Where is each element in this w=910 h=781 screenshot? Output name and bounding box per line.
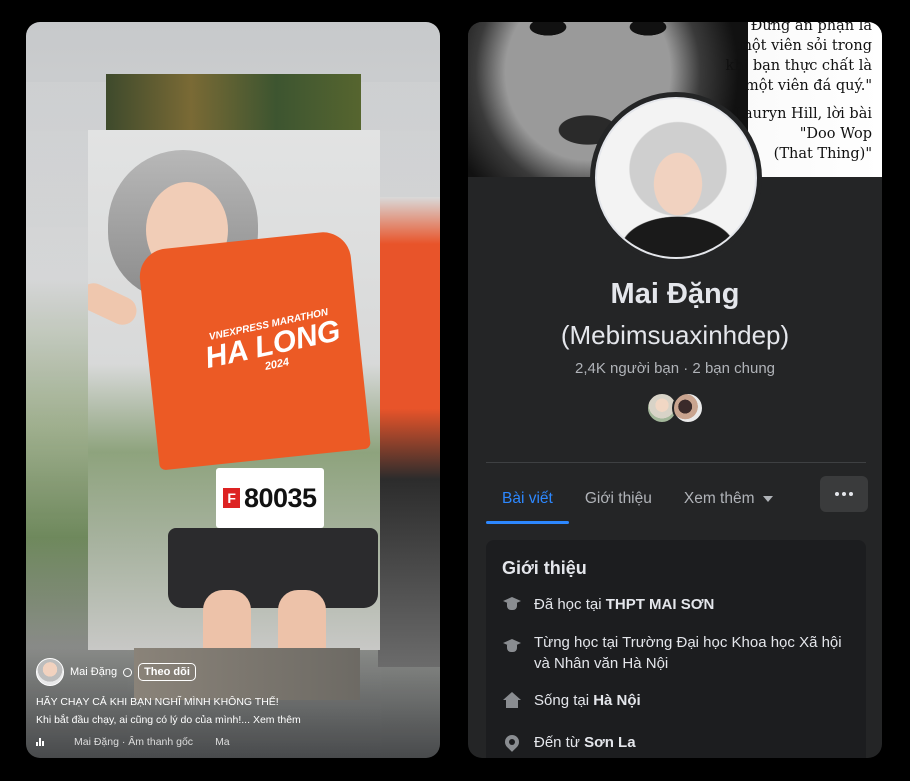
avatar[interactable] xyxy=(36,658,64,686)
intro-title: Giới thiệu xyxy=(502,558,587,578)
intro-card: Giới thiệu Đã học tại THPT MAI SƠN Từng … xyxy=(486,540,866,758)
skirt-shape xyxy=(168,528,378,608)
graduation-cap-icon xyxy=(502,636,522,656)
reel-panel[interactable]: VNEXPRESS MARATHON HA LONG 2024 F 80035 … xyxy=(26,22,440,758)
profile-alternate-name: (Mebimsuaxinhdep) xyxy=(560,320,790,350)
tab-more-label: Xem thêm xyxy=(683,490,755,507)
leg-shape xyxy=(278,590,326,650)
reel-photo-strip-top xyxy=(106,74,361,130)
profile-picture[interactable] xyxy=(590,92,762,264)
intro-prefix: Đã học tại xyxy=(534,596,606,613)
location-pin-icon xyxy=(502,732,522,752)
mutual-friends-avatars[interactable] xyxy=(646,392,704,424)
globe-icon xyxy=(123,667,133,677)
intro-from-link[interactable]: Sơn La xyxy=(584,734,636,751)
intro-item-school: Đã học tại THPT MAI SƠN xyxy=(502,594,714,615)
intro-school-link[interactable]: THPT MAI SƠN xyxy=(606,596,715,613)
intro-text: Sống tại Hà Nội xyxy=(534,690,641,711)
quote-line: khi bạn thực chất là xyxy=(725,58,872,74)
quote-line: một viên sỏi trong xyxy=(738,38,872,54)
ellipsis-icon xyxy=(842,492,846,496)
reel-description: Khi bắt đầu chạy, ai cũng có lý do của m… xyxy=(36,714,301,726)
intro-text: Đã học tại THPT MAI SƠN xyxy=(534,594,714,615)
reel-info: Mai Đặng Theo dõi HÃY CHẠY CẢ KHI BẠN NG… xyxy=(26,658,440,758)
more-options-button[interactable] xyxy=(820,476,868,512)
intro-item-from: Đến từ Sơn La xyxy=(502,732,636,753)
see-more-link[interactable]: Xem thêm xyxy=(253,714,301,726)
reel-audio[interactable]: Mai Đặng · Âm thanh gốc Ma xyxy=(36,736,230,748)
avatar[interactable] xyxy=(672,392,704,424)
quote-attribution: Lauryn Hill, lời bài xyxy=(734,106,872,122)
divider xyxy=(486,462,866,463)
profile-tabs: Bài viết Giới thiệu Xem thêm xyxy=(486,474,866,524)
intro-text: Từng học tại Trường Đại học Khoa học Xã … xyxy=(534,632,852,674)
ellipsis-icon xyxy=(835,492,839,496)
tab-about[interactable]: Giới thiệu xyxy=(569,474,668,524)
reel-description-text: Khi bắt đầu chạy, ai cũng có lý do của m… xyxy=(36,714,251,726)
ellipsis-icon xyxy=(849,492,853,496)
home-icon xyxy=(502,690,522,710)
tab-posts[interactable]: Bài viết xyxy=(486,474,569,524)
race-bib: F 80035 xyxy=(216,468,324,528)
intro-prefix: Từng học tại xyxy=(534,634,623,651)
arm-shape xyxy=(88,278,142,330)
graduation-cap-icon xyxy=(502,594,522,614)
intro-text: Đến từ Sơn La xyxy=(534,732,636,753)
intro-item-university: Từng học tại Trường Đại học Khoa học Xã … xyxy=(502,632,852,674)
reel-author: Mai Đặng Theo dõi xyxy=(36,658,196,686)
bib-letter: F xyxy=(223,488,240,508)
audio-label-overflow: Ma xyxy=(215,736,230,748)
author-name[interactable]: Mai Đặng xyxy=(70,666,117,678)
quote-line: Đừng ăn phạn là xyxy=(750,22,872,34)
bib-number: 80035 xyxy=(243,482,317,513)
reel-photo-main: VNEXPRESS MARATHON HA LONG 2024 F 80035 xyxy=(88,130,380,650)
intro-prefix: Sống tại xyxy=(534,692,594,709)
friends-count[interactable]: 2,4K người bạn · 2 bạn chung xyxy=(468,360,882,377)
profile-panel: Đừng ăn phạn là một viên sỏi trong khi b… xyxy=(468,22,882,758)
profile-name: Mai Đặng xyxy=(610,278,740,310)
audio-icon xyxy=(36,738,44,746)
tab-more[interactable]: Xem thêm xyxy=(668,474,789,524)
leg-shape xyxy=(203,590,251,650)
caret-down-icon xyxy=(762,496,773,502)
intro-lives-link[interactable]: Hà Nội xyxy=(593,692,641,709)
audio-label: Mai Đặng · Âm thanh gốc xyxy=(74,736,194,748)
follow-button[interactable]: Theo dõi xyxy=(138,663,196,681)
intro-prefix: Đến từ xyxy=(534,734,585,751)
intro-item-lives: Sống tại Hà Nội xyxy=(502,690,641,711)
reel-photo-strip-right xyxy=(378,197,440,667)
reel-caption: HÃY CHẠY CẢ KHI BẠN NGHĨ MÌNH KHÔNG THỂ! xyxy=(36,696,279,708)
profile-picture-image xyxy=(595,97,757,259)
quote-line: một viên đá quý." xyxy=(745,78,872,94)
